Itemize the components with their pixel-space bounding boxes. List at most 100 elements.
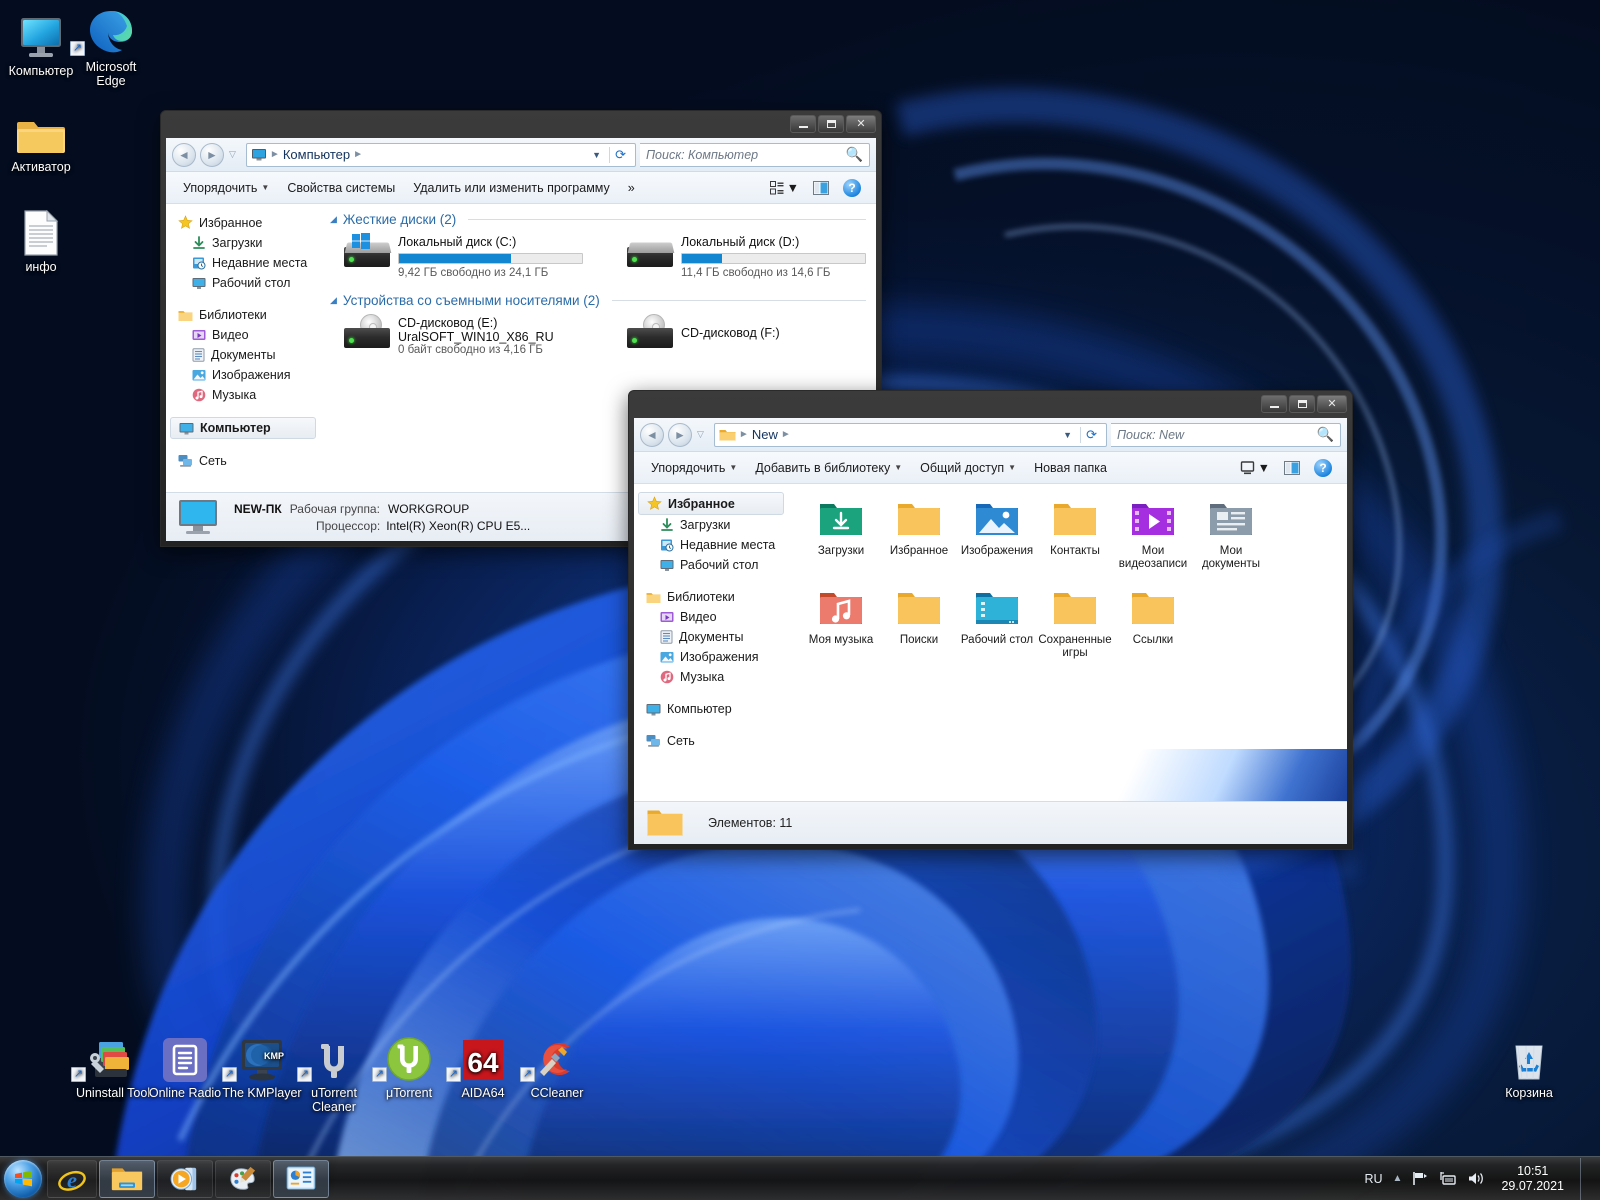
desktop-icon-aida64[interactable]: 64 ↗ AIDA64 [444, 1030, 522, 1100]
list-item[interactable]: Ссылки [1114, 585, 1192, 660]
window-controls[interactable]: ✕ [790, 115, 876, 133]
refresh-icon[interactable]: ⟳ [1080, 426, 1102, 443]
show-desktop-button[interactable] [1580, 1157, 1590, 1200]
breadcrumb[interactable]: ► Компьютер ► ▼ ⟳ [245, 142, 636, 167]
navigation-pane[interactable]: Избранное Загрузки Недавние места Рабочи… [634, 484, 788, 801]
drive-item[interactable]: CD-дисковод (E:) UralSOFT_WIN10_X86_RU 0… [344, 314, 593, 356]
desktop-icon-microsoft-edge[interactable]: ↗ Microsoft Edge [68, 4, 154, 88]
minimize-button[interactable] [1261, 395, 1287, 413]
list-item[interactable]: Моя музыка [802, 585, 880, 660]
list-item[interactable]: Контакты [1036, 496, 1114, 571]
breadcrumb-item[interactable]: Компьютер [283, 147, 350, 162]
taskbar-windows-media-player[interactable] [157, 1159, 213, 1198]
breadcrumb-separator[interactable]: ► [781, 429, 791, 440]
drive-item[interactable]: CD-дисковод (F:) [627, 314, 876, 356]
nav-desktop[interactable]: Рабочий стол [634, 555, 788, 575]
change-view-button[interactable]: ▼ [763, 178, 806, 198]
organize-button[interactable]: Упорядочить ▼ [642, 457, 746, 479]
navigation-pane[interactable]: Избранное Загрузки Недавние места Рабочи… [166, 204, 320, 492]
network-tray-icon[interactable] [1439, 1171, 1457, 1186]
address-bar[interactable]: ◄ ► ▽ ► New ► ▼ ⟳ Поиск: New 🔍 [634, 418, 1347, 452]
recent-pages-dropdown-icon[interactable]: ▽ [229, 149, 236, 160]
desktop-icon-info[interactable]: инфо [0, 204, 84, 274]
nav-network[interactable]: Сеть [634, 731, 788, 751]
back-button[interactable]: ◄ [640, 422, 664, 447]
add-to-library-button[interactable]: Добавить в библиотеку ▼ [746, 457, 911, 479]
nav-music[interactable]: Музыка [166, 385, 320, 405]
list-item[interactable]: Мои документы [1192, 496, 1270, 571]
nav-favorites[interactable]: Избранное [166, 212, 320, 233]
help-button[interactable]: ? [836, 176, 868, 200]
list-item[interactable]: Загрузки [802, 496, 880, 571]
nav-network[interactable]: Сеть [166, 451, 320, 471]
system-tray[interactable]: RU ▲ 10:51 29.07.2021 [1364, 1157, 1600, 1200]
uninstall-change-program-button[interactable]: Удалить или изменить программу [404, 177, 619, 199]
list-item[interactable]: Изображения [958, 496, 1036, 571]
collapse-triangle-icon[interactable]: ◢ [330, 295, 337, 306]
maximize-button[interactable] [818, 115, 844, 133]
group-header-removable-devices[interactable]: ◢ Устройства со съемными носителями (2) [320, 285, 876, 310]
new-folder-button[interactable]: Новая папка [1025, 457, 1116, 479]
command-bar[interactable]: Упорядочить ▼ Добавить в библиотеку ▼ Об… [634, 452, 1347, 484]
list-item[interactable]: Сохраненные игры [1036, 585, 1114, 660]
window-new-folder[interactable]: ✕ ◄ ► ▽ ► New ► ▼ ⟳ Поиск: New 🔍 Упорядо… [628, 390, 1353, 850]
back-button[interactable]: ◄ [172, 142, 196, 167]
breadcrumb-item[interactable]: New [752, 427, 778, 442]
list-item[interactable]: Мои видеозаписи [1114, 496, 1192, 571]
drive-item[interactable]: Локальный диск (C:) 9,42 ГБ свободно из … [344, 233, 593, 279]
file-list-pane[interactable]: Загрузки Избранное Изображения Контакты … [788, 484, 1347, 801]
refresh-icon[interactable]: ⟳ [609, 146, 631, 163]
breadcrumb-separator[interactable]: ► [353, 149, 363, 160]
list-item[interactable]: Поиски [880, 585, 958, 660]
nav-music[interactable]: Музыка [634, 667, 788, 687]
nav-documents[interactable]: Документы [166, 345, 320, 365]
nav-libraries[interactable]: Библиотеки [166, 305, 320, 325]
taskbar[interactable]: e RU ▲ 10:51 29.07.2021 [0, 1156, 1600, 1200]
nav-documents[interactable]: Документы [634, 627, 788, 647]
nav-favorites[interactable]: Избранное [638, 492, 784, 515]
breadcrumb-dropdown-icon[interactable]: ▼ [587, 150, 606, 160]
volume-icon[interactable] [1467, 1171, 1485, 1186]
window-new-titlebar[interactable]: ✕ [634, 395, 1347, 418]
nav-pictures[interactable]: Изображения [634, 647, 788, 667]
nav-downloads[interactable]: Загрузки [634, 515, 788, 535]
nav-recent-places[interactable]: Недавние места [166, 253, 320, 273]
desktop-icon-kmplayer[interactable]: KMP ↗ The KMPlayer [220, 1030, 304, 1100]
forward-button[interactable]: ► [668, 422, 692, 447]
nav-computer[interactable]: Компьютер [634, 699, 788, 719]
taskbar-control-panel[interactable] [273, 1159, 329, 1198]
taskbar-windows-explorer[interactable] [99, 1159, 155, 1198]
nav-desktop[interactable]: Рабочий стол [166, 273, 320, 293]
nav-video[interactable]: Видео [166, 325, 320, 345]
language-indicator[interactable]: RU [1364, 1172, 1382, 1186]
clock[interactable]: 10:51 29.07.2021 [1495, 1164, 1570, 1194]
change-view-button[interactable]: ▼ [1233, 458, 1277, 478]
nav-downloads[interactable]: Загрузки [166, 233, 320, 253]
search-input[interactable]: Поиск: Компьютер 🔍 [640, 142, 870, 167]
desktop-icon-recycle-bin[interactable]: Корзина [1486, 1030, 1572, 1100]
chevron-up-icon[interactable]: ▲ [1393, 1173, 1403, 1184]
nav-pictures[interactable]: Изображения [166, 365, 320, 385]
taskbar-paint[interactable] [215, 1159, 271, 1198]
group-header-hard-drives[interactable]: ◢ Жесткие диски (2) [320, 204, 876, 229]
organize-button[interactable]: Упорядочить ▼ [174, 177, 278, 199]
desktop-icon-utorrent-cleaner[interactable]: ↗ uTorrent Cleaner [295, 1030, 373, 1114]
drive-item[interactable]: Локальный диск (D:) 11,4 ГБ свободно из … [627, 233, 876, 279]
show-preview-pane-button[interactable] [1277, 458, 1307, 478]
maximize-button[interactable] [1289, 395, 1315, 413]
forward-button[interactable]: ► [200, 142, 224, 167]
command-bar[interactable]: Упорядочить ▼ Свойства системы Удалить и… [166, 172, 876, 204]
recent-pages-dropdown-icon[interactable]: ▽ [697, 429, 704, 440]
minimize-button[interactable] [790, 115, 816, 133]
collapse-triangle-icon[interactable]: ◢ [330, 214, 337, 225]
search-input[interactable]: Поиск: New 🔍 [1111, 422, 1341, 447]
window-controls[interactable]: ✕ [1261, 395, 1347, 413]
nav-computer[interactable]: Компьютер [170, 417, 316, 439]
nav-libraries[interactable]: Библиотеки [634, 587, 788, 607]
nav-video[interactable]: Видео [634, 607, 788, 627]
desktop-icon-utorrent[interactable]: ↗ μTorrent [370, 1030, 448, 1100]
close-button[interactable]: ✕ [1317, 395, 1347, 413]
action-center-flag-icon[interactable] [1412, 1171, 1429, 1186]
more-commands-button[interactable]: » [619, 177, 644, 199]
desktop-icon-aktivator[interactable]: Активатор [0, 104, 84, 174]
